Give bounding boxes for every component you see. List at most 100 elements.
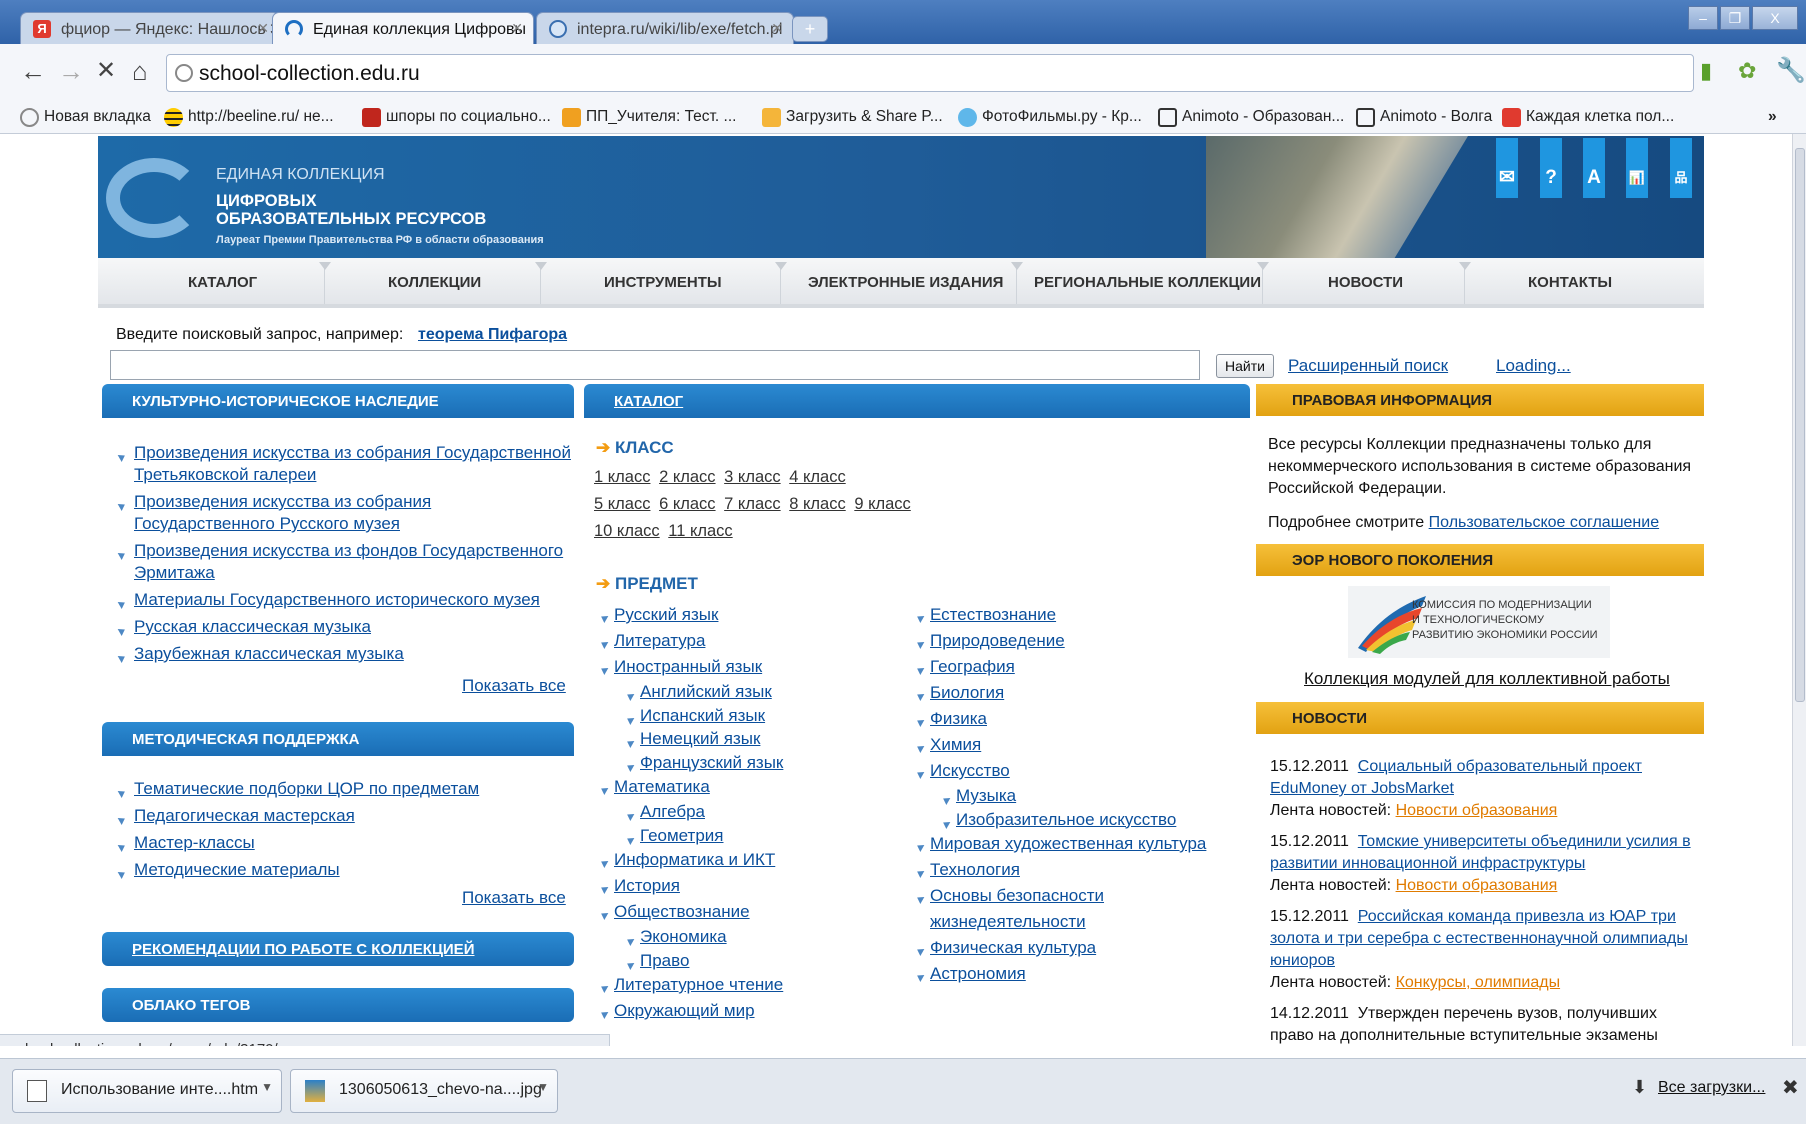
heritage-link[interactable]: Зарубежная классическая музыка <box>134 644 404 663</box>
class-link[interactable]: 10 класс <box>594 522 660 540</box>
subject-link[interactable]: Иностранный язык <box>614 657 762 676</box>
subject-link[interactable]: Естествознание <box>930 605 1056 624</box>
chevron-down-icon[interactable]: ▼ <box>261 1080 273 1094</box>
method-link[interactable]: Методические материалы <box>134 860 340 879</box>
bookmark-item[interactable]: http://beeline.ru/ не... <box>164 108 334 127</box>
back-icon[interactable]: ← <box>20 56 46 86</box>
bookmark-item[interactable]: Новая вкладка <box>20 108 151 127</box>
class-link[interactable]: 1 класс <box>594 468 650 486</box>
nav-news[interactable]: НОВОСТИ <box>1328 274 1403 291</box>
home-icon[interactable]: ⌂ <box>132 56 148 86</box>
news-feed-link[interactable]: Новости образования <box>1396 802 1558 819</box>
subject-link[interactable]: Немецкий язык <box>640 729 760 748</box>
nav-e-editions[interactable]: ЭЛЕКТРОННЫЕ ИЗДАНИЯ <box>808 274 1003 291</box>
subject-link[interactable]: Русский язык <box>614 605 718 624</box>
subject-link[interactable]: Экономика <box>640 927 727 946</box>
subject-link[interactable]: Английский язык <box>640 682 772 701</box>
heritage-link[interactable]: Русская классическая музыка <box>134 617 371 636</box>
subject-link[interactable]: Основы безопасности жизнедеятельности <box>930 886 1104 931</box>
wrench-icon[interactable]: 🔧 <box>1776 56 1806 86</box>
class-link[interactable]: 11 класс <box>668 522 732 540</box>
close-window-button[interactable]: X <box>1752 6 1798 30</box>
all-downloads-link[interactable]: Все загрузки... <box>1658 1079 1765 1097</box>
help-icon[interactable]: ? <box>1540 138 1562 198</box>
bookmark-item[interactable]: Animoto - Волга <box>1356 108 1492 127</box>
nav-collections[interactable]: КОЛЛЕКЦИИ <box>388 274 481 291</box>
logo-icon[interactable] <box>106 158 202 238</box>
maximize-button[interactable]: ❐ <box>1720 6 1750 30</box>
tab-intepra[interactable]: intepra.ru/wiki/lib/exe/fetch.pl ✕ <box>536 12 794 44</box>
news-feed-link[interactable]: Новости образования <box>1396 877 1558 894</box>
subject-link[interactable]: Литература <box>614 631 705 650</box>
method-link[interactable]: Педагогическая мастерская <box>134 806 355 825</box>
tab-yandex[interactable]: Я фциор — Яндекс: Нашлось 3 ✕ <box>20 12 280 44</box>
class-link[interactable]: 4 класс <box>789 468 845 486</box>
method-link[interactable]: Тематические подборки ЦОР по предметам <box>134 779 479 798</box>
modules-link[interactable]: Коллекция модулей для коллективной работ… <box>1304 668 1670 690</box>
class-link[interactable]: 6 класс <box>659 495 715 513</box>
show-all-method-link[interactable]: Показать все <box>462 888 566 908</box>
search-button[interactable]: Найти <box>1216 354 1274 378</box>
subject-link[interactable]: История <box>614 876 680 895</box>
search-example-link[interactable]: теорема Пифагора <box>418 326 567 344</box>
class-link[interactable]: 5 класс <box>594 495 650 513</box>
nav-tools[interactable]: ИНСТРУМЕНТЫ <box>604 274 722 291</box>
download-item[interactable]: 1306050613_chevo-na....jpg ▼ <box>290 1069 558 1113</box>
nav-catalog[interactable]: КАТАЛОГ <box>188 274 257 291</box>
subject-link[interactable]: Музыка <box>956 786 1016 805</box>
close-icon[interactable]: ✕ <box>771 20 783 37</box>
new-tab-button[interactable]: + <box>792 16 828 42</box>
heritage-link[interactable]: Произведения искусства из собрания Госуд… <box>134 443 571 484</box>
subject-link[interactable]: Искусство <box>930 761 1010 780</box>
subject-link[interactable]: Геометрия <box>640 826 724 845</box>
address-bar[interactable]: school-collection.edu.ru <box>166 54 1694 92</box>
class-link[interactable]: 9 класс <box>854 495 910 513</box>
forward-icon[interactable]: → <box>58 56 84 86</box>
font-icon[interactable]: A <box>1583 138 1605 198</box>
subject-link[interactable]: Право <box>640 951 689 970</box>
page-scrollbar[interactable] <box>1792 134 1806 1046</box>
subject-link[interactable]: Математика <box>614 777 710 796</box>
bookmark-item[interactable]: Загрузить & Share P... <box>762 108 943 127</box>
subject-link[interactable]: География <box>930 657 1015 676</box>
sitemap-icon[interactable]: 品 <box>1670 138 1692 198</box>
subject-link[interactable]: Алгебра <box>640 802 705 821</box>
bookmark-item[interactable]: Каждая клетка пол... <box>1502 108 1674 127</box>
close-icon[interactable]: ✕ <box>511 20 523 37</box>
heritage-link[interactable]: Произведения искусства из фондов Государ… <box>134 541 563 582</box>
stop-icon[interactable]: ✕ <box>96 56 116 86</box>
subject-link[interactable]: Изобразительное искусство <box>956 810 1176 829</box>
subject-link[interactable]: Астрономия <box>930 964 1026 983</box>
bookmark-item[interactable]: ФотоФильмы.ру - Кр... <box>958 108 1142 127</box>
class-link[interactable]: 2 класс <box>659 468 715 486</box>
subject-link[interactable]: Французский язык <box>640 753 783 772</box>
show-all-heritage-link[interactable]: Показать все <box>462 676 566 696</box>
agreement-link[interactable]: Пользовательское соглашение <box>1429 514 1659 531</box>
bookmark-item[interactable]: Animoto - Образован... <box>1158 108 1344 127</box>
search-input[interactable] <box>110 350 1200 380</box>
loading-link[interactable]: Loading... <box>1496 356 1571 376</box>
subject-link[interactable]: Природоведение <box>930 631 1065 650</box>
subject-link[interactable]: Литературное чтение <box>614 975 783 994</box>
signal-icon[interactable]: ▮ <box>1700 56 1712 86</box>
subject-link[interactable]: Технология <box>930 860 1020 879</box>
minimize-button[interactable]: – <box>1688 6 1718 30</box>
subject-link[interactable]: Информатика и ИКТ <box>614 850 775 869</box>
class-link[interactable]: 7 класс <box>724 495 780 513</box>
subject-link[interactable]: Испанский язык <box>640 706 765 725</box>
news-feed-link[interactable]: Конкурсы, олимпиады <box>1396 974 1561 991</box>
bookmark-item[interactable]: шпоры по социально... <box>362 108 551 127</box>
close-icon[interactable]: ✕ <box>257 20 269 37</box>
subject-link[interactable]: Окружающий мир <box>614 1001 755 1020</box>
method-link[interactable]: Мастер-классы <box>134 833 255 852</box>
subject-link[interactable]: Физика <box>930 709 987 728</box>
class-link[interactable]: 3 класс <box>724 468 780 486</box>
subject-link[interactable]: Физическая культура <box>930 938 1096 957</box>
nav-contacts[interactable]: КОНТАКТЫ <box>1528 274 1612 291</box>
class-link[interactable]: 8 класс <box>789 495 845 513</box>
tab-school-collection[interactable]: Единая коллекция Цифровы ✕ <box>272 12 534 44</box>
recommend-link[interactable]: РЕКОМЕНДАЦИИ ПО РАБОТЕ С КОЛЛЕКЦИЕЙ <box>132 941 474 958</box>
subject-link[interactable]: Мировая художественная культура <box>930 834 1206 853</box>
catalog-link[interactable]: КАТАЛОГ <box>614 393 683 410</box>
stats-icon[interactable]: 📊 <box>1626 138 1648 198</box>
